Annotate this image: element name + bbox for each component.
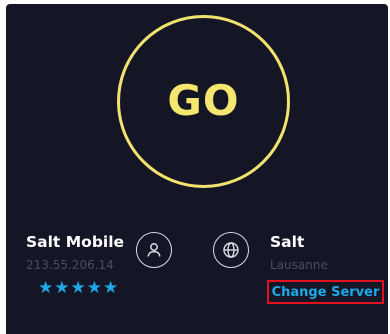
speedtest-panel: GO Salt Mobile 213.55.206.14 ★★★★★ Salt …: [6, 4, 388, 334]
go-button-label: GO: [167, 76, 240, 125]
server-name: Salt: [270, 233, 305, 251]
change-server-button[interactable]: Change Server: [267, 280, 384, 304]
globe-icon: [213, 232, 249, 268]
go-button[interactable]: GO: [117, 15, 290, 188]
server-location: Lausanne: [270, 258, 328, 272]
provider-ip: 213.55.206.14: [26, 258, 114, 272]
provider-rating[interactable]: ★★★★★: [38, 278, 119, 298]
provider-name: Salt Mobile: [26, 233, 125, 251]
user-icon: [136, 232, 172, 268]
